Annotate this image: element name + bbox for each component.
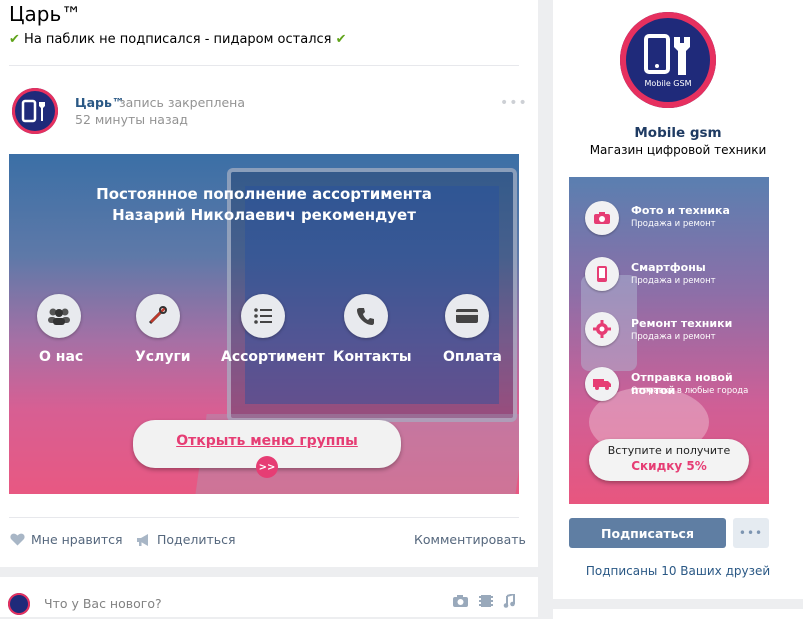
divider — [9, 517, 519, 518]
comment-label: Комментировать — [414, 532, 526, 547]
list-icon[interactable] — [241, 294, 285, 338]
more-actions-button[interactable]: ••• — [733, 518, 769, 548]
composer-avatar[interactable] — [8, 593, 30, 615]
subscribe-button[interactable]: Подписаться — [569, 518, 726, 548]
logo-icon — [644, 33, 690, 75]
post-time[interactable]: 52 минуты назад — [75, 112, 188, 127]
ad-item-title: Фото и техника — [631, 204, 730, 217]
check-icon: ✔ — [9, 32, 20, 47]
logo-icon — [21, 99, 45, 123]
truck-icon — [585, 367, 619, 401]
share-button[interactable]: Поделиться — [136, 532, 236, 547]
arrow-icon[interactable]: >> — [256, 456, 278, 478]
ad-item-subtitle: Продажа и ремонт — [631, 219, 716, 229]
composer-attachments — [452, 594, 515, 608]
tools-icon[interactable] — [136, 294, 180, 338]
group-cover-widget[interactable]: Фото и техника Продажа и ремонт Смартфон… — [569, 177, 769, 504]
post-author-link[interactable]: Царь™ — [75, 95, 124, 110]
megaphone-icon — [137, 533, 148, 546]
divider — [9, 65, 519, 66]
banner-line-1: Постоянное пополнение ассортимента — [96, 185, 432, 203]
ad-item-subtitle: Продажа и ремонт — [631, 276, 716, 286]
sidebar-block-2 — [553, 609, 803, 619]
camera-icon — [585, 201, 619, 235]
group-avatar[interactable]: Mobile GSM — [620, 12, 716, 108]
ad-item-subtitle: Отправка в любые города — [631, 386, 749, 396]
menu-label-assortment[interactable]: Ассортимент — [221, 349, 325, 365]
menu-label-payment[interactable]: Оплата — [443, 349, 502, 365]
ad-item-subtitle: Продажа и ремонт — [631, 332, 716, 342]
menu-label-contacts[interactable]: Контакты — [333, 349, 412, 365]
menu-label-services[interactable]: Услуги — [135, 349, 191, 365]
page-title: Царь™ — [9, 2, 82, 26]
smartphone-icon — [585, 257, 619, 291]
share-label: Поделиться — [157, 532, 236, 547]
group-status: ✔ На паблик не подписался - пидаром оста… — [9, 32, 347, 47]
gear-icon — [585, 312, 619, 346]
post-avatar[interactable] — [12, 88, 58, 134]
music-icon[interactable] — [503, 594, 515, 608]
group-name: Mobile gsm — [634, 125, 722, 141]
banner-line-2: Назарий Николаевич рекомендует — [112, 206, 416, 224]
promo-line-2: Скидку 5% — [631, 459, 707, 473]
comment-button[interactable]: Комментировать — [414, 532, 526, 547]
promo-badge[interactable]: Вступите и получите Скидку 5% — [589, 439, 749, 481]
card-icon[interactable] — [445, 294, 489, 338]
banner-headline: Постоянное пополнение ассортимента Назар… — [9, 184, 519, 226]
heart-icon — [10, 533, 25, 546]
video-icon[interactable] — [479, 594, 493, 608]
menu-label-about[interactable]: О нас — [39, 349, 83, 365]
people-icon[interactable] — [37, 294, 81, 338]
composer-input[interactable]: Что у Вас нового? — [44, 596, 162, 611]
friends-subscribed-link[interactable]: Подписаны 10 Ваших друзей — [553, 564, 803, 578]
like-button[interactable]: Мне нравится — [10, 532, 123, 547]
phone-icon[interactable] — [344, 294, 388, 338]
check-icon: ✔ — [335, 32, 347, 47]
camera-icon[interactable] — [452, 594, 469, 608]
open-group-menu-label: Открыть меню группы — [176, 433, 358, 449]
ad-item-title: Смартфоны — [631, 261, 706, 274]
group-description: Магазин цифровой техники — [589, 143, 767, 157]
avatar-caption: Mobile GSM — [644, 78, 692, 88]
post-banner-image[interactable]: Постоянное пополнение ассортимента Назар… — [9, 154, 519, 494]
promo-line-1: Вступите и получите — [607, 444, 731, 457]
like-label: Мне нравится — [31, 532, 123, 547]
post-more-icon[interactable]: ••• — [500, 95, 528, 111]
status-text: На паблик не подписался - пидаром осталс… — [24, 32, 332, 47]
ad-item-title: Ремонт техники — [631, 317, 733, 330]
pinned-label: запись закреплена — [119, 95, 245, 110]
